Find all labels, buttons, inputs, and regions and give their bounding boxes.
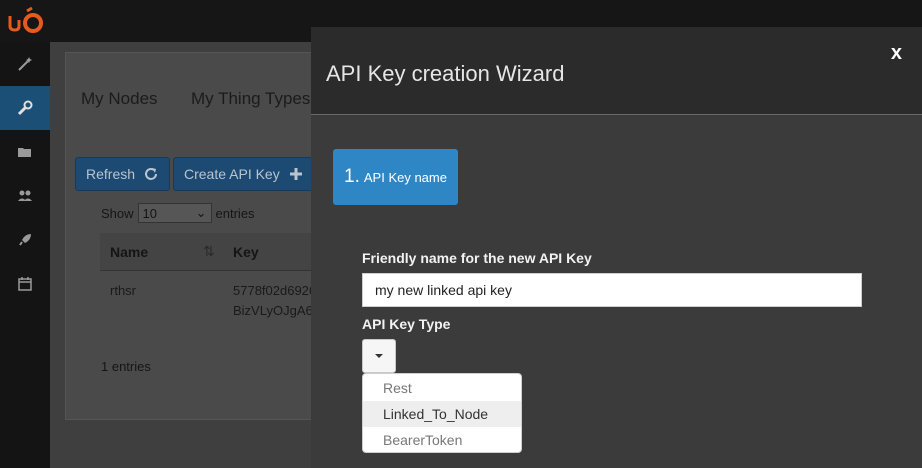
close-icon[interactable]: x [891,42,902,65]
refresh-button-label: Refresh [86,166,136,182]
wizard-step-1[interactable]: 1. API Key name [333,149,458,205]
caret-down-icon [375,354,383,358]
chevron-down-icon: ⌄ [195,205,207,220]
modal-body: 1. API Key name Friendly name for the ne… [311,116,922,468]
page-length-value: 10 [142,205,157,221]
sidebar-item-calendar[interactable] [0,262,50,306]
page-length-select[interactable]: 10 ⌄ [137,203,212,223]
users-icon [18,190,32,201]
key-type-dropdown-menu: Rest Linked_To_Node BearerToken [362,373,522,453]
modal-title: API Key creation Wizard [326,61,565,86]
column-header-name[interactable]: Name [110,244,148,260]
friendly-name-label: Friendly name for the new API Key [362,250,592,266]
tab-my-thing-types[interactable]: My Thing Types [191,89,310,109]
show-label: Show [101,205,134,221]
folder-icon [18,148,31,157]
refresh-button[interactable]: Refresh [75,157,171,191]
dropdown-option-rest[interactable]: Rest [363,375,521,401]
sidebar-item-users[interactable] [0,174,50,218]
sidebar-item-wizard[interactable] [0,42,50,86]
step-label: API Key name [363,169,447,185]
plus-icon [289,168,302,180]
sort-icon[interactable]: ⇅ [203,243,215,260]
sidebar-item-tools[interactable] [0,86,50,130]
refresh-icon [145,168,158,180]
rocket-icon [19,234,31,246]
wrench-icon [17,100,33,116]
dropdown-option-linked-to-node[interactable]: Linked_To_Node [363,401,521,427]
magic-wand-icon [18,57,32,71]
friendly-name-input[interactable] [362,273,862,307]
column-header-key[interactable]: Key [233,244,259,260]
entries-label: entries [215,205,255,221]
create-api-key-button[interactable]: Create API Key [173,157,315,191]
tab-my-nodes[interactable]: My Nodes [81,89,158,109]
table-header: Name ⇅ Key [100,233,340,271]
dropdown-option-bearer-token[interactable]: BearerToken [363,427,521,453]
key-type-label: API Key Type [362,316,451,332]
sidebar-item-deploy[interactable] [0,218,50,262]
page-length-control: Show 10 ⌄ entries [101,203,255,223]
step-number: 1. [344,166,360,187]
create-api-key-label: Create API Key [184,166,280,182]
table-info: 1 entries [101,359,151,374]
sidebar-item-files[interactable] [0,130,50,174]
row-name-cell: rthsr [110,283,136,298]
key-type-dropdown-toggle[interactable] [362,339,396,373]
modal-header: API Key creation Wizard x [311,27,922,115]
calendar-icon [18,277,32,291]
app-logo[interactable] [6,6,46,34]
sidebar [0,42,50,468]
